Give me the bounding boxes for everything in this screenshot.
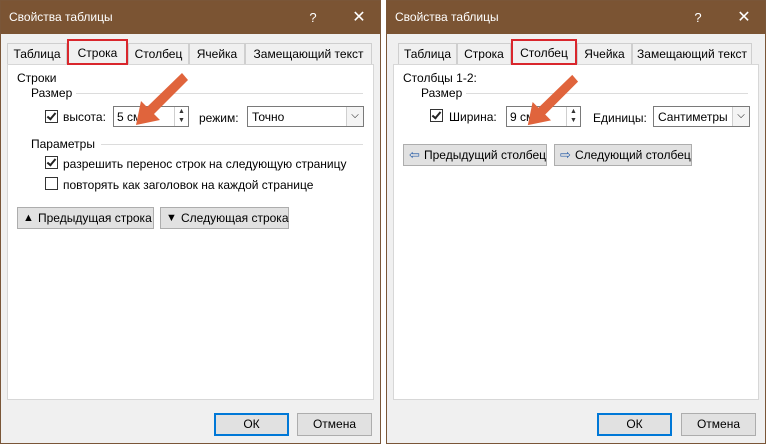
- prev-column-label: Предыдущий столбец: [424, 148, 547, 162]
- tab-label: Столбец: [520, 46, 568, 60]
- params-group-label: Параметры: [31, 137, 95, 151]
- ok-button[interactable]: ОК: [597, 413, 672, 436]
- repeat-header-label: повторять как заголовок на каждой страни…: [63, 178, 314, 192]
- tab-strip: Таблица Строка Столбец Ячейка Замещающий…: [389, 39, 763, 65]
- size-group-label: Размер: [31, 86, 73, 100]
- arrow-right-icon: ⇨: [560, 147, 571, 162]
- tab-label: Замещающий текст: [253, 47, 364, 61]
- tab-column[interactable]: Столбец: [511, 39, 577, 65]
- prev-row-label: Предыдущая строка: [38, 211, 152, 225]
- next-row-label: Следующая строка: [181, 211, 289, 225]
- size-group-label: Размер: [421, 86, 463, 100]
- width-checkbox[interactable]: [430, 109, 443, 122]
- check-mark-icon: [431, 109, 442, 120]
- divider: [76, 93, 363, 94]
- tab-panel-column: Столбцы 1-2: Размер Ширина: 9 см ▲ ▼ Еди…: [393, 64, 759, 400]
- allow-break-checkbox[interactable]: [45, 156, 58, 169]
- close-button[interactable]: ✕: [341, 1, 377, 34]
- width-label: Ширина:: [449, 110, 497, 124]
- tab-label: Ячейка: [584, 47, 625, 61]
- tab-label: Строка: [77, 46, 118, 60]
- units-value: Сантиметры: [658, 110, 728, 124]
- cancel-button[interactable]: Отмена: [297, 413, 372, 436]
- width-spinner[interactable]: 9 см ▲ ▼: [506, 106, 581, 127]
- tab-panel-row: Строки Размер высота: 5 см ▲ ▼ режим: То…: [7, 64, 374, 400]
- spin-arrows[interactable]: ▲ ▼: [174, 107, 188, 126]
- arrow-left-icon: ⇦: [409, 147, 420, 162]
- triangle-down-icon: ▼: [166, 212, 177, 224]
- prev-column-button[interactable]: ⇦ Предыдущий столбец: [403, 144, 547, 166]
- divider: [101, 144, 363, 145]
- units-label: Единицы:: [593, 111, 647, 125]
- tab-label: Таблица: [13, 47, 61, 61]
- tab-alt-text[interactable]: Замещающий текст: [245, 43, 372, 65]
- tab-row[interactable]: Строка: [457, 43, 511, 65]
- ok-button[interactable]: ОК: [214, 413, 289, 436]
- allow-break-label: разрешить перенос строк на следующую стр…: [63, 157, 347, 171]
- mode-label: режим:: [199, 111, 239, 125]
- tab-label: Строка: [464, 47, 504, 61]
- repeat-header-checkbox[interactable]: [45, 177, 58, 190]
- check-mark-icon: [46, 110, 57, 121]
- section-title: Столбцы 1-2:: [403, 71, 477, 85]
- spin-arrows[interactable]: ▲ ▼: [566, 107, 580, 126]
- spin-up-icon[interactable]: ▲: [175, 107, 188, 116]
- tab-table[interactable]: Таблица: [398, 43, 457, 65]
- cancel-label: Отмена: [312, 417, 357, 431]
- tab-alt-text[interactable]: Замещающий текст: [632, 43, 752, 65]
- section-title: Строки: [17, 71, 57, 85]
- tab-strip: Таблица Строка Столбец Ячейка Замещающий…: [3, 39, 378, 65]
- ok-label: ОК: [243, 417, 260, 431]
- ok-label: ОК: [626, 417, 643, 431]
- close-button[interactable]: ✕: [726, 1, 762, 34]
- tab-row[interactable]: Строка: [67, 39, 128, 65]
- check-mark-icon: [46, 156, 57, 167]
- dialog-title: Свойства таблицы: [395, 10, 499, 24]
- next-column-label: Следующий столбец: [575, 148, 691, 162]
- tab-table[interactable]: Таблица: [7, 43, 67, 65]
- chevron-down-icon[interactable]: ⌵: [346, 107, 363, 126]
- mode-select[interactable]: Точно ⌵: [247, 106, 364, 127]
- tab-label: Замещающий текст: [637, 47, 747, 61]
- tab-column[interactable]: Столбец: [128, 43, 189, 65]
- title-bar: Свойства таблицы ? ✕: [387, 1, 765, 34]
- title-bar: Свойства таблицы ? ✕: [1, 1, 380, 34]
- height-value: 5 см: [117, 110, 142, 124]
- table-properties-dialog-row: Свойства таблицы ? ✕ Таблица Строка Стол…: [0, 0, 381, 444]
- prev-row-button[interactable]: ▲ Предыдущая строка: [17, 207, 154, 229]
- tab-label: Ячейка: [196, 47, 238, 61]
- tab-cell[interactable]: Ячейка: [189, 43, 245, 65]
- triangle-up-icon: ▲: [23, 212, 34, 224]
- tab-label: Столбец: [134, 47, 183, 61]
- width-value: 9 см: [510, 110, 535, 124]
- mode-value: Точно: [252, 110, 285, 124]
- next-row-button[interactable]: ▼ Следующая строка: [160, 207, 289, 229]
- height-label: высота:: [63, 110, 106, 124]
- spin-down-icon[interactable]: ▼: [175, 116, 188, 125]
- height-checkbox[interactable]: [45, 110, 58, 123]
- help-button[interactable]: ?: [298, 1, 328, 34]
- next-column-button[interactable]: ⇨ Следующий столбец: [554, 144, 692, 166]
- help-button[interactable]: ?: [683, 1, 713, 34]
- spin-up-icon[interactable]: ▲: [567, 107, 580, 116]
- tab-cell[interactable]: Ячейка: [577, 43, 632, 65]
- spin-down-icon[interactable]: ▼: [567, 116, 580, 125]
- divider: [466, 93, 748, 94]
- units-select[interactable]: Сантиметры ⌵: [653, 106, 750, 127]
- table-properties-dialog-column: Свойства таблицы ? ✕ Таблица Строка Стол…: [386, 0, 766, 444]
- dialog-title: Свойства таблицы: [9, 10, 113, 24]
- tab-label: Таблица: [403, 47, 452, 61]
- cancel-button[interactable]: Отмена: [681, 413, 756, 436]
- cancel-label: Отмена: [696, 417, 741, 431]
- height-spinner[interactable]: 5 см ▲ ▼: [113, 106, 189, 127]
- chevron-down-icon[interactable]: ⌵: [732, 107, 749, 126]
